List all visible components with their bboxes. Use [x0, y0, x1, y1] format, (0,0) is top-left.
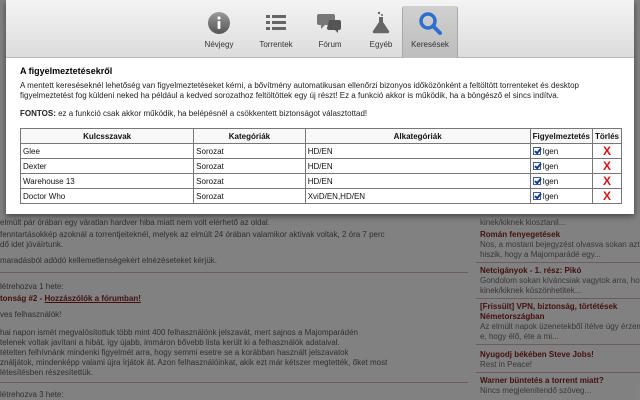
table-row: Warehouse 13 Sorozat HD/EN Igen X	[19, 173, 623, 189]
cell-category: Sorozat	[193, 143, 306, 159]
list-icon	[266, 15, 286, 30]
alert-checkbox[interactable]	[532, 191, 541, 200]
note-text: ez a funkció csak akkor működik, ha belé…	[55, 109, 368, 118]
tab-egyeb[interactable]: Egyéb	[353, 10, 409, 58]
extension-popup: Névjegy Torrentek Fórum Egyéb Keresések …	[6, 0, 634, 214]
cell-keyword: Doctor Who	[19, 188, 195, 204]
column-header-categories: Kategóriák	[193, 128, 306, 144]
info-icon	[208, 12, 230, 34]
panel-description: A mentett kereséseknél lehetőség van fig…	[20, 81, 579, 100]
column-header-keywords: Kulcsszavak	[19, 128, 195, 144]
cell-alert: Igen	[529, 188, 593, 204]
cell-subcategory: XviD/EN,HD/EN	[304, 188, 531, 204]
alert-checkbox[interactable]	[532, 146, 541, 155]
tab-label: Keresések	[411, 40, 449, 49]
cell-delete: X	[591, 143, 623, 159]
saved-searches-table: Kulcsszavak Kategóriák Alkategóriák Figy…	[19, 128, 623, 204]
tab-label: Névjegy	[204, 40, 234, 49]
tab-label: Torrentek	[259, 40, 293, 49]
table-row: Glee Sorozat HD/EN Igen X	[19, 143, 623, 159]
alert-label: Igen	[542, 146, 559, 156]
cell-alert: Igen	[529, 173, 593, 189]
cell-category: Sorozat	[193, 173, 306, 189]
cell-delete: X	[591, 173, 623, 189]
cell-delete: X	[591, 158, 623, 174]
alert-checkbox[interactable]	[532, 176, 541, 185]
flask-icon	[372, 11, 390, 34]
search-icon	[419, 12, 442, 35]
panel-heading: A figyelmeztetésekről	[20, 66, 113, 76]
tab-keresesek[interactable]: Keresések	[402, 6, 458, 58]
delete-icon[interactable]: X	[603, 144, 611, 158]
cell-alert: Igen	[529, 158, 593, 174]
table-row: Dexter Sorozat HD/EN Igen X	[19, 158, 623, 174]
cell-subcategory: HD/EN	[304, 143, 531, 159]
popup-toolbar: Névjegy Torrentek Fórum Egyéb Keresések	[6, 0, 634, 58]
cell-delete: X	[591, 188, 623, 204]
tab-forum[interactable]: Fórum	[302, 10, 358, 58]
tab-torrentek[interactable]: Torrentek	[248, 10, 304, 58]
chat-bubbles-icon	[317, 14, 341, 33]
tab-nevjegy[interactable]: Névjegy	[191, 10, 247, 58]
delete-icon[interactable]: X	[603, 189, 611, 203]
panel-note: FONTOS: ez a funkció csak akkor működik,…	[20, 109, 622, 118]
delete-icon[interactable]: X	[603, 174, 611, 188]
alert-label: Igen	[542, 176, 559, 186]
cell-category: Sorozat	[193, 158, 306, 174]
column-header-delete: Törlés	[591, 128, 623, 144]
table-header-row: Kulcsszavak Kategóriák Alkategóriák Figy…	[19, 128, 623, 144]
column-header-alert: Figyelmeztetés	[529, 128, 593, 144]
tab-label: Fórum	[318, 40, 342, 49]
cell-keyword: Glee	[19, 143, 195, 159]
alert-label: Igen	[542, 191, 559, 201]
note-label: FONTOS:	[20, 109, 56, 118]
column-header-subcategories: Alkategóriák	[304, 128, 531, 144]
table-row: Doctor Who Sorozat XviD/EN,HD/EN Igen X	[19, 188, 623, 204]
cell-keyword: Warehouse 13	[19, 173, 195, 189]
cell-alert: Igen	[529, 143, 593, 159]
cell-subcategory: HD/EN	[304, 173, 531, 189]
cell-category: Sorozat	[193, 188, 306, 204]
cell-subcategory: HD/EN	[304, 158, 531, 174]
tab-label: Egyéb	[369, 40, 393, 49]
alert-checkbox[interactable]	[532, 161, 541, 170]
delete-icon[interactable]: X	[603, 159, 611, 173]
alerts-panel: A figyelmeztetésekről A mentett keresése…	[19, 66, 623, 204]
cell-keyword: Dexter	[19, 158, 195, 174]
alert-label: Igen	[542, 161, 559, 171]
